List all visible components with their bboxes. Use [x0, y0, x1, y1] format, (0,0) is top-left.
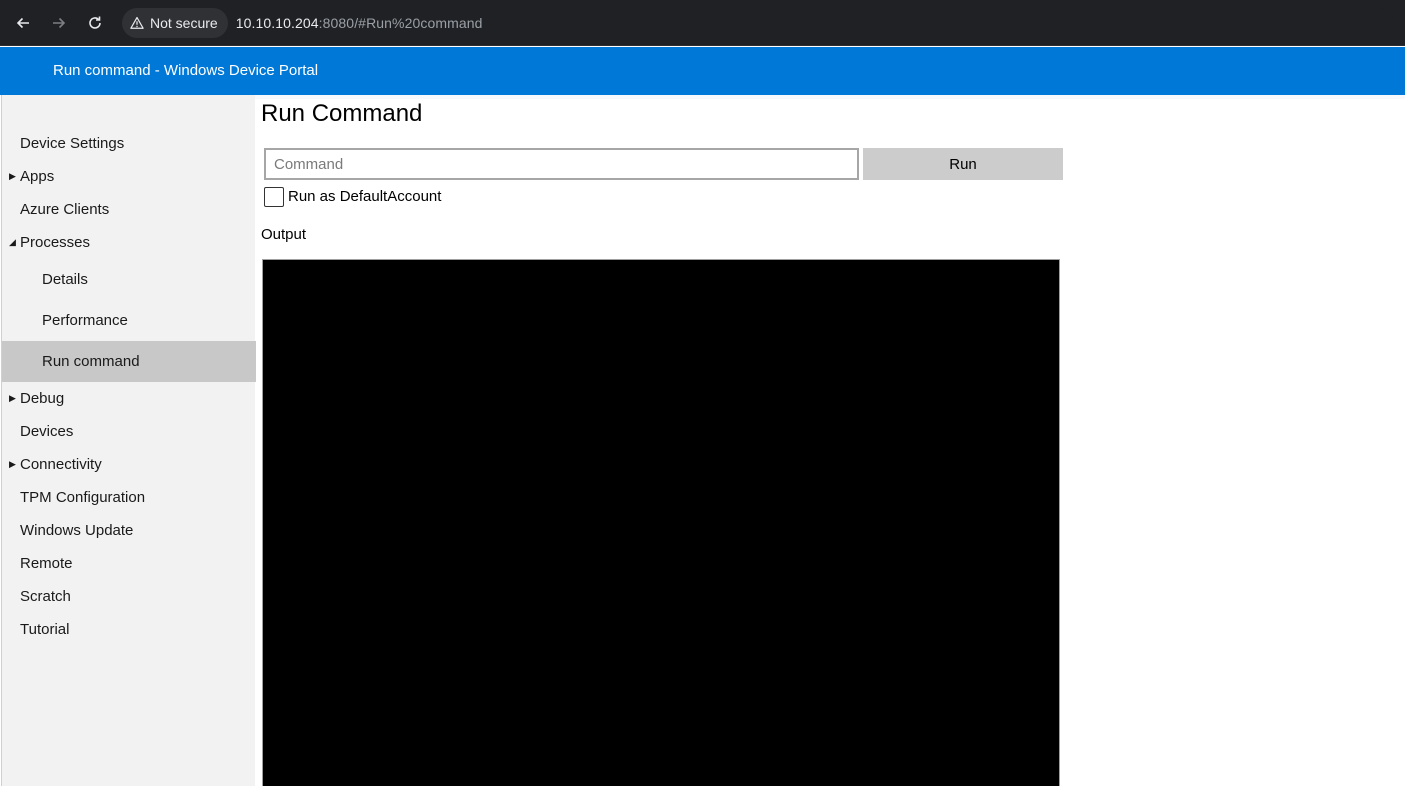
- sidebar-item-devices[interactable]: Devices: [2, 415, 256, 448]
- sidebar-item-label: TPM Configuration: [20, 489, 146, 506]
- sidebar-item-details[interactable]: Details: [2, 259, 256, 300]
- sidebar-item-label: Run command: [42, 353, 140, 370]
- sidebar-item-label: Azure Clients: [20, 201, 110, 218]
- output-console[interactable]: [262, 259, 1060, 786]
- address-bar[interactable]: Not secure 10.10.10.204:8080/#Run%20comm…: [122, 8, 1394, 38]
- warning-triangle-icon: [130, 16, 144, 29]
- url-host: 10.10.10.204: [235, 15, 319, 31]
- sidebar-item-remote[interactable]: Remote: [2, 547, 256, 580]
- reload-icon: [89, 16, 101, 29]
- portal-title: Run command - Windows Device Portal: [53, 62, 319, 79]
- sidebar-item-label: Details: [42, 271, 88, 288]
- sidebar-item-azure-clients[interactable]: Azure Clients: [2, 193, 256, 226]
- sidebar-item-label: Apps: [20, 168, 55, 185]
- page-title: Run Command: [261, 100, 423, 127]
- sidebar-item-label: Connectivity: [20, 456, 102, 473]
- collapse-arrow-icon: ◢: [9, 237, 16, 247]
- run-as-default-account-label[interactable]: Run as DefaultAccount: [288, 188, 441, 205]
- sidebar-item-performance[interactable]: Performance: [2, 300, 256, 341]
- url-path: :8080/#Run%20command: [318, 15, 483, 31]
- content-top-strip: [255, 95, 1405, 99]
- security-chip[interactable]: Not secure: [122, 8, 228, 38]
- sidebar-item-label: Processes: [20, 234, 91, 251]
- sidebar-item-apps[interactable]: ▶ Apps: [2, 160, 256, 193]
- sidebar-item-label: Tutorial: [20, 621, 70, 638]
- run-as-default-account-checkbox[interactable]: [264, 187, 284, 207]
- sidebar-item-tpm-configuration[interactable]: TPM Configuration: [2, 481, 256, 514]
- sidebar-item-tutorial[interactable]: Tutorial: [2, 613, 256, 646]
- forward-arrow-icon: [53, 17, 66, 29]
- run-button[interactable]: Run: [863, 148, 1063, 180]
- sidebar-item-scratch[interactable]: Scratch: [2, 580, 256, 613]
- back-button[interactable]: [9, 9, 37, 37]
- forward-button[interactable]: [45, 9, 73, 37]
- reload-button[interactable]: [81, 9, 109, 37]
- back-arrow-icon: [16, 17, 29, 29]
- url-text: 10.10.10.204:8080/#Run%20command: [236, 15, 483, 31]
- expand-arrow-icon: ▶: [9, 393, 16, 403]
- browser-toolbar: Not secure 10.10.10.204:8080/#Run%20comm…: [0, 0, 1405, 46]
- sidebar-item-label: Performance: [42, 312, 128, 329]
- sidebar-item-label: Debug: [20, 390, 65, 407]
- security-label: Not secure: [150, 15, 218, 31]
- expand-arrow-icon: ▶: [9, 171, 16, 181]
- portal-header: Run command - Windows Device Portal: [0, 47, 1405, 95]
- expand-arrow-icon: ▶: [9, 459, 16, 469]
- sidebar-item-label: Remote: [20, 555, 73, 572]
- sidebar: Device Settings ▶ Apps Azure Clients ◢ P…: [1, 95, 256, 786]
- sidebar-item-connectivity[interactable]: ▶ Connectivity: [2, 448, 256, 481]
- sidebar-item-label: Windows Update: [20, 522, 134, 539]
- command-input[interactable]: [264, 148, 859, 180]
- sidebar-item-label: Scratch: [20, 588, 71, 605]
- sidebar-item-device-settings[interactable]: Device Settings: [2, 127, 256, 160]
- sidebar-item-label: Device Settings: [20, 135, 125, 152]
- output-label: Output: [261, 226, 307, 243]
- sidebar-item-label: Devices: [20, 423, 74, 440]
- sidebar-item-debug[interactable]: ▶ Debug: [2, 382, 256, 415]
- sidebar-item-processes[interactable]: ◢ Processes: [2, 226, 256, 259]
- sidebar-item-run-command[interactable]: Run command: [2, 341, 256, 382]
- sidebar-item-windows-update[interactable]: Windows Update: [2, 514, 256, 547]
